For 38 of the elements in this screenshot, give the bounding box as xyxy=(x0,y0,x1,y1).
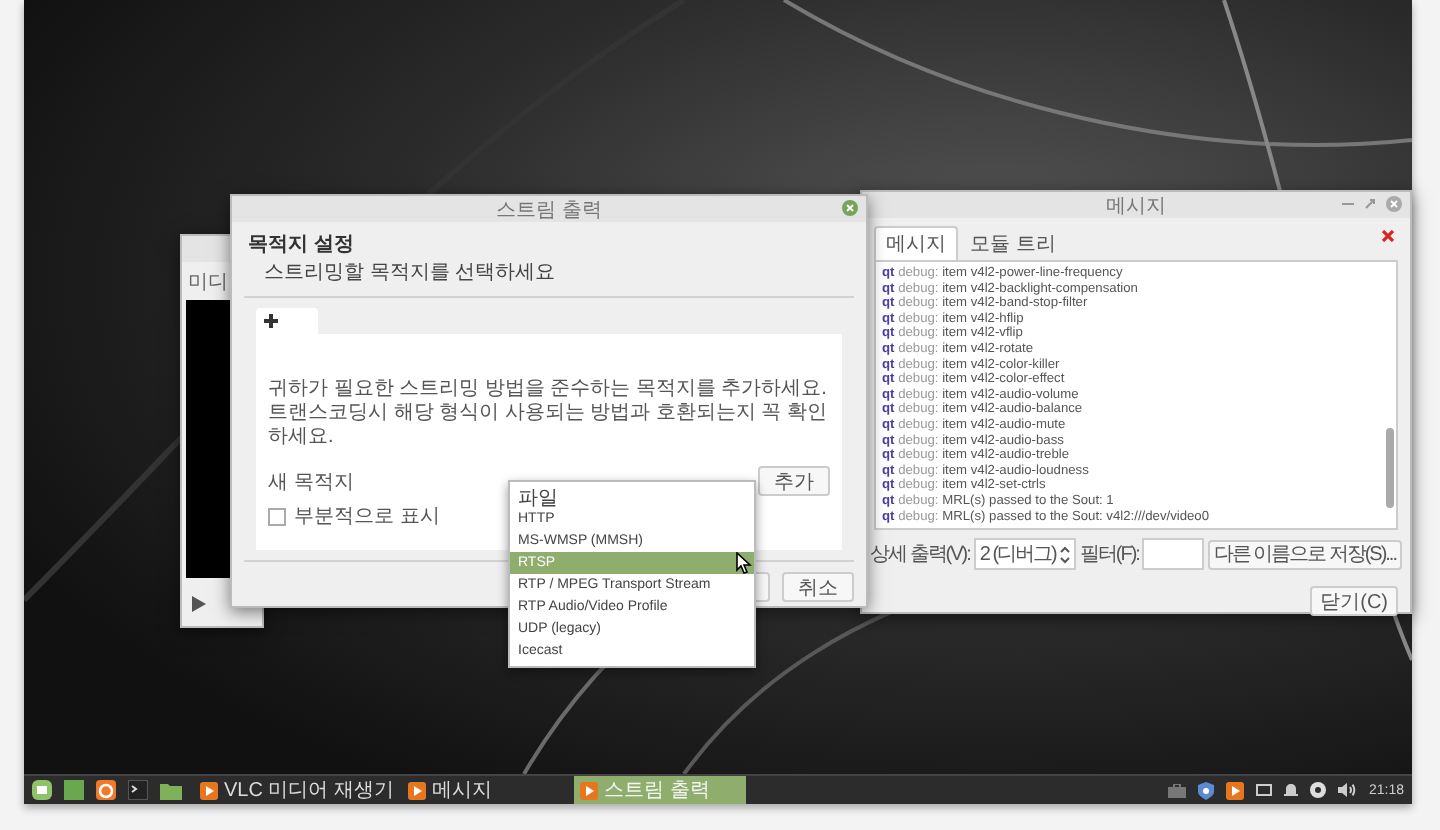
menu-icon[interactable] xyxy=(32,780,52,800)
close-button[interactable]: 닫기(C) xyxy=(1310,586,1398,617)
filter-label: 필터(F): xyxy=(1079,542,1139,569)
section-subheading: 스트리밍할 목적지를 선택하세요 xyxy=(264,260,556,286)
folder-icon[interactable] xyxy=(160,781,182,799)
taskbar-task[interactable]: 메시지 xyxy=(402,776,575,804)
monitor-icon[interactable] xyxy=(1256,783,1273,797)
checkbox-label: 부분적으로 표시 xyxy=(294,504,440,530)
shield-icon[interactable] xyxy=(1198,781,1215,799)
bell-icon[interactable] xyxy=(1284,782,1299,798)
volume-icon[interactable] xyxy=(1338,782,1357,798)
clear-icon[interactable] xyxy=(1382,230,1394,242)
cancel-button[interactable]: 취소 xyxy=(782,572,854,602)
plus-icon xyxy=(264,314,278,328)
play-icon[interactable] xyxy=(190,596,206,612)
terminal-icon[interactable] xyxy=(128,780,148,800)
add-button[interactable]: 추가 xyxy=(758,466,830,496)
tab[interactable]: 메시지 xyxy=(874,226,958,260)
window-title: 미디 xyxy=(188,270,228,296)
window-title: 스트림 출력 xyxy=(496,197,602,223)
save-as-button[interactable]: 다른 이름으로 저장(S)... xyxy=(1207,539,1402,570)
filter-field[interactable] xyxy=(1142,538,1204,571)
taskbar-task[interactable]: VLC 미디어 재생기 xyxy=(194,776,403,804)
description-text: 귀하가 필요한 스트리밍 방법을 준수하는 목적지를 추가하세요. 트랜스코딩시 해당 형식이 사용되는 방법과 호환되는지 꼭 확인하세요. xyxy=(268,378,829,450)
dropdown-option[interactable]: 파일 xyxy=(510,486,754,508)
new-destination-label: 새 목적지 xyxy=(268,469,354,495)
verbosity-spinbox[interactable]: 2 (디버그) xyxy=(973,538,1076,571)
spin-arrows-icon xyxy=(1059,545,1070,564)
tab[interactable]: 모듈 트리 xyxy=(958,226,1068,260)
checkbox[interactable] xyxy=(268,507,286,525)
verbosity-label: 상세 출력(V): xyxy=(870,542,970,569)
scrollbar-thumb[interactable] xyxy=(1386,428,1394,509)
briefcase-icon[interactable] xyxy=(1168,783,1187,797)
window-title: 메시지 xyxy=(1106,193,1166,219)
browser-icon[interactable] xyxy=(96,780,116,800)
close-icon[interactable] xyxy=(842,200,858,216)
section-heading: 목적지 설정 xyxy=(248,232,354,258)
add-tab[interactable] xyxy=(256,308,318,334)
